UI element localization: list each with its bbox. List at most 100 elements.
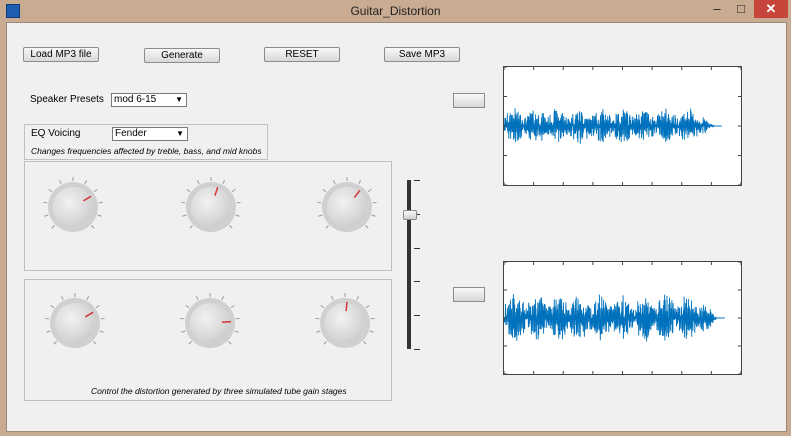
gain-note: Control the distortion generated by thre… [91,386,347,396]
knob-tick [182,214,187,217]
tone-knob[interactable] [181,177,241,229]
save-mp3-button[interactable]: Save MP3 [384,47,460,62]
knob-tick [367,188,372,193]
knob-tick [196,180,200,185]
knob-pointer [214,186,219,196]
knob-tick [330,296,334,301]
knob-tick [234,330,239,333]
knob-tick [188,341,192,345]
knob-tick [181,330,186,333]
knob-tick [93,341,97,345]
knob-tick [235,214,240,217]
knob-pointer [345,302,348,312]
speaker-presets-select[interactable]: mod 6-15 ▼ [111,93,187,107]
knob-tick [231,188,236,193]
dropdown-arrow-icon: ▼ [176,129,184,138]
knob-tick [318,214,323,217]
knob-tick [189,225,193,229]
knob-tick [53,341,57,345]
knob-pointer [84,311,94,318]
volume-slider-thumb[interactable] [403,209,417,220]
knob-tick [332,180,336,185]
knob-tick [316,330,321,333]
knob-tick [51,225,55,229]
window-title: Guitar_Distortion [350,4,441,18]
dropdown-arrow-icon: ▼ [175,95,183,104]
play-button[interactable] [453,93,485,108]
knob-pointer [221,320,232,323]
eq-voicing-select[interactable]: Fender ▼ [112,127,188,141]
knob-tick [46,330,51,333]
knob-tick [45,317,50,320]
volume-track [407,180,411,349]
knob-tick [43,201,48,204]
knob-tick [186,188,191,193]
knob-tick [91,225,95,229]
knob-tick [185,304,190,309]
knob-tick [84,180,88,185]
speaker-presets-value: mod 6-15 [114,94,157,105]
knob-tick [372,201,377,204]
knob-tick [86,296,90,301]
figure-canvas: Load MP3 file Generate RESET Save MP3 Sp… [6,22,787,432]
maximize-button[interactable]: □ [730,0,752,18]
knob-tick [230,304,235,309]
speaker-presets-label: Speaker Presets [30,94,104,105]
knob-tick [93,188,98,193]
volume-tick-mark [414,281,420,283]
knob-tick [44,214,49,217]
knob-tick [363,341,367,345]
eq-voicing-label: EQ Voicing [31,128,81,139]
plot-axes [503,261,742,375]
app-window: Guitar_Distortion – □ ✕ Load MP3 file Ge… [0,0,791,436]
knob-tick [48,188,53,193]
tone-knob[interactable] [43,177,103,229]
close-button[interactable]: ✕ [754,0,788,18]
knob-tick [371,214,376,217]
play-button[interactable] [453,287,485,302]
eq-panel: EQ Voicing Fender ▼ Changes frequencies … [24,124,268,160]
plot-axes [503,66,742,186]
tone-knob[interactable] [317,177,377,229]
knob-tick [317,201,322,204]
knob-tick [325,225,329,229]
knob-tick [181,201,186,204]
knob-tick [320,304,325,309]
knob-tick [222,180,226,185]
knob-pointer [82,195,92,202]
volume-tick-mark [414,180,420,181]
knob-tick [180,317,185,320]
knob-tick [365,304,370,309]
knob-tick [315,317,320,320]
knob-pointer [353,189,361,198]
waveform-line [503,294,718,342]
knob-tick [95,304,100,309]
volume-tick-mark [414,349,420,350]
gain-knob[interactable] [45,293,105,345]
knob-tick [58,180,62,185]
knob-tick [356,296,360,301]
knob-tick [97,214,102,217]
knob-tick [221,296,225,301]
waveform-line [503,108,715,144]
gain-knob[interactable] [180,293,240,345]
knob-tick [236,201,241,204]
eq-note: Changes frequencies affected by treble, … [31,146,262,156]
tone-knobs-panel [24,161,392,271]
knob-tick [100,317,105,320]
generate-button[interactable]: Generate [144,48,220,63]
volume-tick-mark [414,315,420,317]
gain-knob[interactable] [315,293,375,345]
knob-tick [322,188,327,193]
title-bar: Guitar_Distortion – □ ✕ [0,0,791,22]
knob-tick [98,201,103,204]
reset-button[interactable]: RESET [264,47,340,62]
minimize-button[interactable]: – [706,0,728,18]
knob-tick [370,317,375,320]
volume-tick-mark [414,247,420,249]
load-mp3-button[interactable]: Load MP3 file [23,47,99,62]
knob-tick [229,225,233,229]
knob-tick [369,330,374,333]
knob-tick [60,296,64,301]
knob-tick [358,180,362,185]
